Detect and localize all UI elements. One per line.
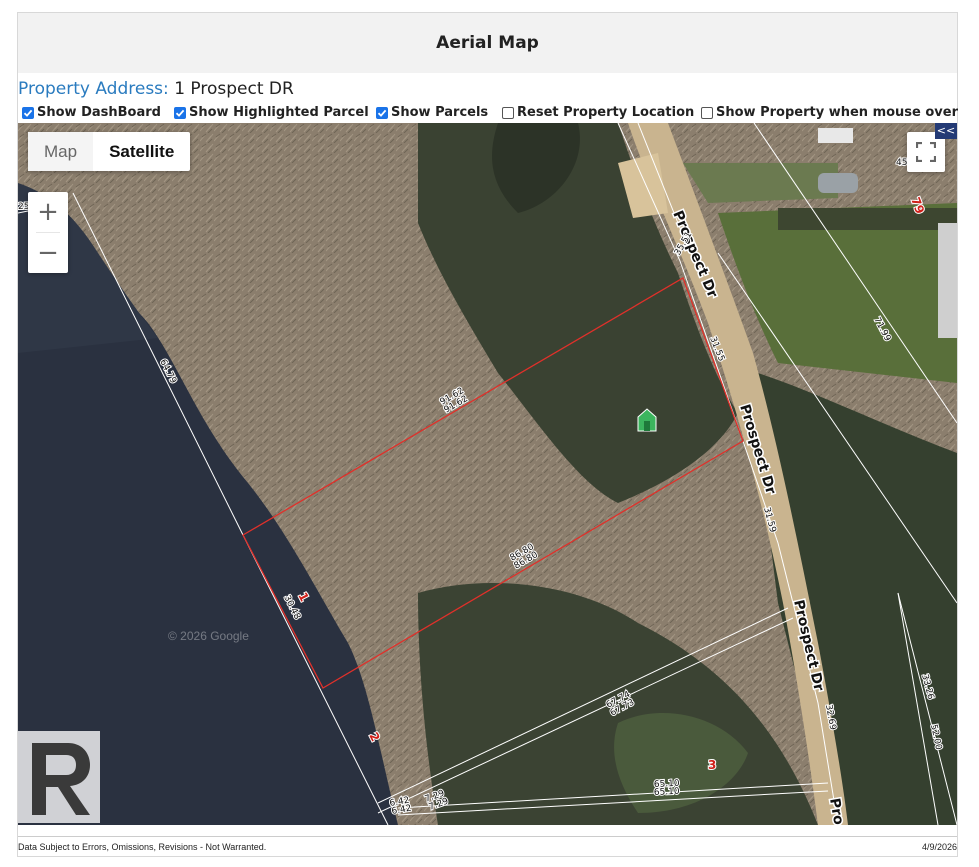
property-address: Property Address: 1 Prospect DR [18, 79, 294, 99]
collapse-dashboard-button[interactable]: << [935, 123, 957, 139]
map-labels: Prospect Dr Prospect Dr Prospect Dr Pro … [18, 157, 944, 825]
show-dashboard-checkbox[interactable]: Show DashBoard [22, 105, 161, 120]
show-dashboard-label: Show DashBoard [37, 105, 161, 120]
dimension-label: 65.10 [654, 787, 681, 798]
dimension-label: 31.55 [707, 335, 726, 363]
parcel-number: 2 [366, 730, 382, 744]
checkbox-unchecked-icon[interactable] [701, 106, 713, 119]
street-label: Pro [826, 797, 846, 825]
checkbox-checked-icon[interactable] [22, 106, 34, 119]
show-parcels-checkbox[interactable]: Show Parcels [376, 105, 488, 120]
brand-logo [18, 731, 100, 823]
realtor-r-icon [32, 743, 90, 815]
show-property-mouseover-label: Show Property when mouse over [716, 105, 959, 120]
dimension-label: 6.42 [391, 804, 412, 817]
aerial-map[interactable]: Prospect Dr Prospect Dr Prospect Dr Pro … [18, 123, 957, 825]
checkbox-unchecked-icon[interactable] [502, 106, 514, 119]
show-highlighted-parcel-checkbox[interactable]: Show Highlighted Parcel [174, 105, 369, 120]
dimension-label: 64.79 [157, 358, 178, 386]
footer-date: 4/9/2026 [921, 842, 957, 852]
zoom-in-button[interactable]: + [28, 192, 68, 232]
show-property-mouseover-checkbox[interactable]: Show Property when mouse over [701, 105, 958, 120]
panel-title: Aerial Map [18, 13, 957, 73]
property-address-value: 1 Prospect DR [174, 79, 294, 99]
reset-property-location-label: Reset Property Location [517, 105, 695, 120]
show-parcels-label: Show Parcels [391, 105, 489, 120]
parcel-number: 1 [295, 590, 311, 604]
dimension-label: 32.69 [823, 704, 837, 731]
property-address-label: Property Address: [18, 79, 169, 99]
parcel-number: 3 [708, 758, 716, 772]
checkbox-checked-icon[interactable] [376, 106, 388, 119]
fullscreen-icon [916, 142, 936, 162]
checkbox-checked-icon[interactable] [174, 106, 186, 119]
reset-property-location-checkbox[interactable]: Reset Property Location [502, 105, 694, 120]
dimension-label: 33.26 [919, 673, 935, 701]
zoom-out-button[interactable]: − [28, 233, 68, 273]
dimension-label: 52.00 [928, 724, 943, 752]
street-label: Prospect Dr [736, 402, 779, 496]
dimension-label: 45 [896, 158, 907, 168]
footer-divider [18, 836, 957, 837]
map-type-satellite-button[interactable]: Satellite [93, 132, 190, 171]
parcel-number: 79 [908, 195, 927, 215]
dimension-label: 71.99 [871, 316, 892, 344]
dimension-label: 31.59 [761, 506, 777, 534]
map-type-control: Map Satellite [28, 132, 191, 171]
zoom-control: + − [28, 192, 68, 273]
footer-disclaimer: Data Subject to Errors, Omissions, Revis… [18, 842, 267, 852]
street-label: Prospect Dr [790, 598, 827, 692]
map-type-map-button[interactable]: Map [28, 132, 94, 171]
map-attribution: © 2026 Google [168, 629, 249, 643]
show-highlighted-parcel-label: Show Highlighted Parcel [189, 105, 369, 120]
